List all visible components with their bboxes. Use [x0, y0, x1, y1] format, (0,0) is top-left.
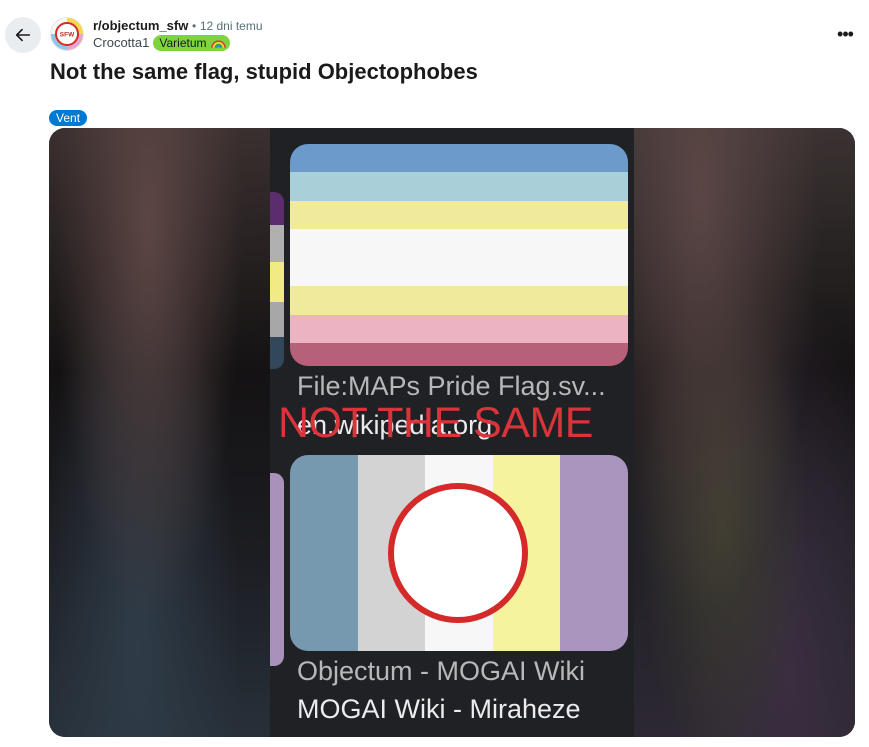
more-options-icon: ••• [837, 23, 854, 44]
author-name[interactable]: Crocotta1 [93, 35, 149, 51]
subreddit-logo-icon: SFW [50, 17, 84, 51]
post-flair[interactable]: Vent [49, 110, 88, 126]
flag-stripe [290, 314, 628, 344]
subreddit-name[interactable]: r/objectum_sfw [93, 18, 188, 33]
subreddit-avatar[interactable]: SFW [50, 17, 84, 51]
flag-stripe [290, 286, 628, 315]
screenshot-image: File:MAPs Pride Flag.sv... en.wikipedia.… [270, 128, 634, 737]
adjacent-flag-bottom [270, 473, 284, 666]
rainbow-icon [210, 40, 226, 48]
result-title: Objectum - MOGAI Wiki [297, 656, 586, 686]
post-title: Not the same flag, stupid Objectophobes [50, 59, 478, 84]
meta-separator: • [191, 19, 197, 33]
result-source: MOGAI Wiki - Miraheze [297, 694, 581, 724]
post-time: 12 dni temu [199, 19, 263, 33]
arrow-left-icon [15, 28, 31, 42]
author-flair: Varietum [153, 35, 230, 51]
flag-stripe [290, 229, 628, 287]
objectum-flag [290, 455, 628, 651]
adjacent-flag-top [270, 192, 284, 369]
flag-stripe [290, 343, 628, 366]
more-options-button[interactable]: ••• [831, 22, 859, 46]
author-flair-label: Varietum [159, 36, 207, 50]
flag-stripe [290, 144, 628, 173]
flag-stripe [290, 200, 628, 230]
maps-pride-flag [290, 144, 628, 366]
not-the-same-stamp: NOT THE SAME [278, 399, 593, 447]
flag-stripe [560, 455, 628, 651]
flag-stripe [290, 455, 358, 651]
flag-stripe [290, 172, 628, 201]
author-line: Crocotta1 Varietum [93, 35, 230, 51]
objectum-flag-circle [388, 483, 528, 623]
image-blur-background-left [49, 128, 270, 737]
post-meta: r/objectum_sfw • 12 dni temu [93, 18, 263, 34]
back-button[interactable] [5, 17, 41, 53]
image-blur-background-right [634, 128, 855, 737]
post-image[interactable]: File:MAPs Pride Flag.sv... en.wikipedia.… [49, 128, 855, 737]
svg-text:SFW: SFW [60, 32, 75, 39]
